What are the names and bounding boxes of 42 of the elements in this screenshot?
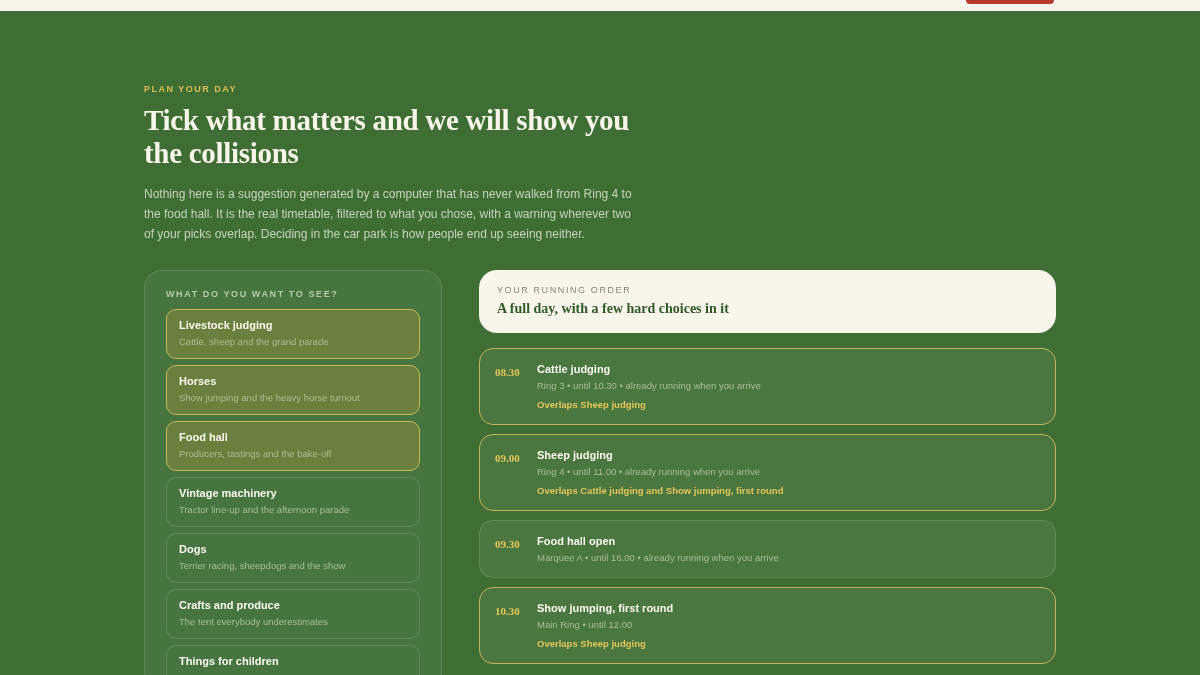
option-title: Dogs (179, 542, 208, 556)
picker-heading: WHAT DO YOU WANT TO SEE? (166, 289, 340, 299)
event-name: Show jumping, first round (537, 602, 674, 614)
option-title: Horses (179, 374, 218, 388)
event-details: Main Ring • until 12.00 (537, 619, 634, 630)
event-name: Cattle judging (537, 363, 612, 375)
option-description: Show jumping and the heavy horse turnout (179, 392, 361, 404)
event-time: 09.30 (495, 538, 521, 552)
event-time: 10.30 (495, 605, 521, 619)
option-description: Producers, tastings and the bake-off (179, 448, 333, 460)
card-title: A full day, with a few hard choices in it (497, 301, 730, 317)
interest-option[interactable]: Things for children (166, 645, 420, 675)
option-description: Tractor line-up and the afternoon parade (179, 504, 351, 516)
option-title: Crafts and produce (179, 598, 281, 612)
option-title: Things for children (179, 654, 280, 668)
event-details: Ring 4 • until 11.00 • already running when you arrive (537, 466, 761, 477)
event-details: Ring 3 • until 10.30 • already running when you arrive (537, 380, 761, 391)
card-eyebrow: YOUR RUNNING ORDER (497, 285, 633, 295)
option-description: Terrier racing, sheepdogs and the show (179, 560, 347, 572)
interest-option[interactable]: Horses Show jumping and the heavy horse turnout (166, 365, 420, 415)
overlap-warning: Overlaps Sheep judging (537, 638, 647, 649)
option-title: Food hall (179, 430, 229, 444)
event-details: Marquee A • until 16.00 • already running when you arrive (537, 552, 779, 563)
overlap-warning: Overlaps Cattle judging and Show jumping, first round (537, 485, 784, 496)
event-time: 08.30 (495, 366, 521, 380)
overlap-warning: Overlaps Sheep judging (537, 399, 647, 410)
option-description: Cattle, sheep and the grand parade (179, 336, 330, 348)
intro-paragraph: Nothing here is a suggestion generated by a computer that has never walked from Ring 4 to the food hall. It is the real timetable, filtered to what you chose, with a warning wherever two of your picks overlap. Deciding in the car park is how people end up seeing neither. (144, 186, 633, 243)
interest-option[interactable]: Livestock judging Cattle, sheep and the grand parade (166, 309, 420, 359)
interest-option[interactable]: Crafts and produce The tent everybody underestimates (166, 589, 420, 639)
header-button[interactable] (966, 0, 1054, 4)
event-name: Sheep judging (537, 449, 614, 461)
event-time: 09.00 (495, 452, 521, 466)
interest-option[interactable]: Dogs Terrier racing, sheepdogs and the show (166, 533, 420, 583)
section-title: Tick what matters and we will show you the collisions (144, 104, 631, 170)
interest-option[interactable]: Food hall Producers, tastings and the bake-off (166, 421, 420, 471)
section-eyebrow: PLAN YOUR DAY (144, 84, 239, 94)
event-name: Food hall open (537, 535, 617, 547)
option-title: Vintage machinery (179, 486, 278, 500)
option-description: The tent everybody underestimates (179, 616, 329, 628)
interest-option[interactable]: Vintage machinery Tractor line-up and the afternoon parade (166, 477, 420, 527)
option-title: Livestock judging (179, 318, 274, 332)
